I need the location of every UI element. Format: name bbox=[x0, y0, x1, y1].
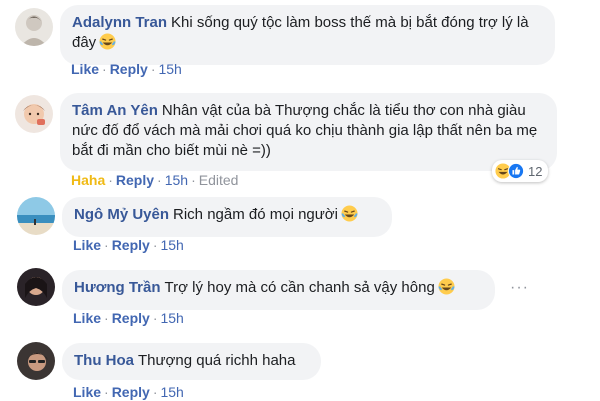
reaction-summary[interactable]: 12 bbox=[492, 160, 549, 182]
comment-author[interactable]: Ngô Mỷ Uyên bbox=[74, 206, 169, 223]
reply-button[interactable]: Reply bbox=[110, 61, 148, 77]
avatar-image bbox=[17, 342, 55, 380]
separator: · bbox=[104, 384, 109, 400]
comment-author[interactable]: Tâm An Yên bbox=[72, 102, 158, 119]
comment-author[interactable]: Adalynn Tran bbox=[72, 14, 167, 31]
timestamp[interactable]: 15h bbox=[158, 61, 181, 77]
comment-bubble: Hương Trần Trợ lý hoy mà có cần chanh sả … bbox=[62, 270, 495, 310]
comment-author[interactable]: Hương Trần bbox=[74, 279, 161, 296]
laughing-emoji-icon bbox=[99, 33, 116, 56]
avatar[interactable] bbox=[17, 197, 55, 235]
avatar-image bbox=[17, 197, 55, 235]
timestamp[interactable]: 15h bbox=[165, 172, 188, 188]
separator: · bbox=[104, 310, 109, 326]
separator: · bbox=[152, 237, 158, 253]
comment-actions: Like · Reply · 15h bbox=[73, 383, 184, 401]
avatar[interactable] bbox=[17, 268, 55, 306]
like-reaction-icon bbox=[508, 163, 524, 179]
avatar-image bbox=[15, 95, 53, 133]
comment-bubble: Adalynn Tran Khi sống quý tộc làm boss th… bbox=[60, 5, 555, 65]
laughing-emoji-icon bbox=[438, 278, 455, 301]
avatar[interactable] bbox=[17, 342, 55, 380]
haha-reaction-button[interactable]: Haha bbox=[71, 172, 105, 188]
reply-button[interactable]: Reply bbox=[112, 237, 150, 253]
comment-actions: Like · Reply · 15h bbox=[73, 309, 184, 327]
like-button[interactable]: Like bbox=[73, 237, 101, 253]
avatar[interactable] bbox=[15, 95, 53, 133]
laughing-emoji-icon bbox=[341, 205, 358, 228]
like-button[interactable]: Like bbox=[73, 310, 101, 326]
separator: · bbox=[108, 172, 113, 188]
reaction-count: 12 bbox=[528, 163, 543, 179]
edited-label[interactable]: Edited bbox=[199, 172, 239, 188]
separator: · bbox=[102, 61, 107, 77]
separator: · bbox=[152, 384, 158, 400]
timestamp[interactable]: 15h bbox=[160, 310, 183, 326]
separator: · bbox=[150, 61, 156, 77]
timestamp[interactable]: 15h bbox=[160, 384, 183, 400]
comment-actions: Like · Reply · 15h bbox=[73, 236, 184, 254]
separator: · bbox=[157, 172, 162, 188]
reply-button[interactable]: Reply bbox=[112, 384, 150, 400]
comment-bubble: Tâm An Yên Nhân vật của bà Thượng chắc là… bbox=[60, 93, 557, 171]
comment-bubble: Thu Hoa Thượng quá richh haha bbox=[62, 343, 321, 380]
comment-text: Thượng quá richh haha bbox=[138, 352, 296, 369]
reply-button[interactable]: Reply bbox=[112, 310, 150, 326]
like-button[interactable]: Like bbox=[73, 384, 101, 400]
avatar-image bbox=[15, 8, 53, 46]
comment-text: Rich ngầm đó mọi người bbox=[173, 206, 338, 223]
comment-actions: Like · Reply · 15h bbox=[71, 60, 182, 78]
comment-text: Trợ lý hoy mà có cần chanh sả vậy hông bbox=[164, 279, 435, 296]
separator: · bbox=[104, 237, 109, 253]
comment-author[interactable]: Thu Hoa bbox=[74, 352, 134, 369]
avatar-image bbox=[17, 268, 55, 306]
more-options-icon[interactable]: ··· bbox=[510, 279, 529, 297]
separator: · bbox=[152, 310, 158, 326]
comment-actions: Haha · Reply · 15h · Edited bbox=[71, 171, 238, 189]
like-button[interactable]: Like bbox=[71, 61, 99, 77]
reply-button[interactable]: Reply bbox=[116, 172, 154, 188]
timestamp[interactable]: 15h bbox=[160, 237, 183, 253]
avatar[interactable] bbox=[15, 8, 53, 46]
separator: · bbox=[191, 172, 196, 188]
comment-bubble: Ngô Mỷ Uyên Rich ngầm đó mọi người bbox=[62, 197, 392, 237]
